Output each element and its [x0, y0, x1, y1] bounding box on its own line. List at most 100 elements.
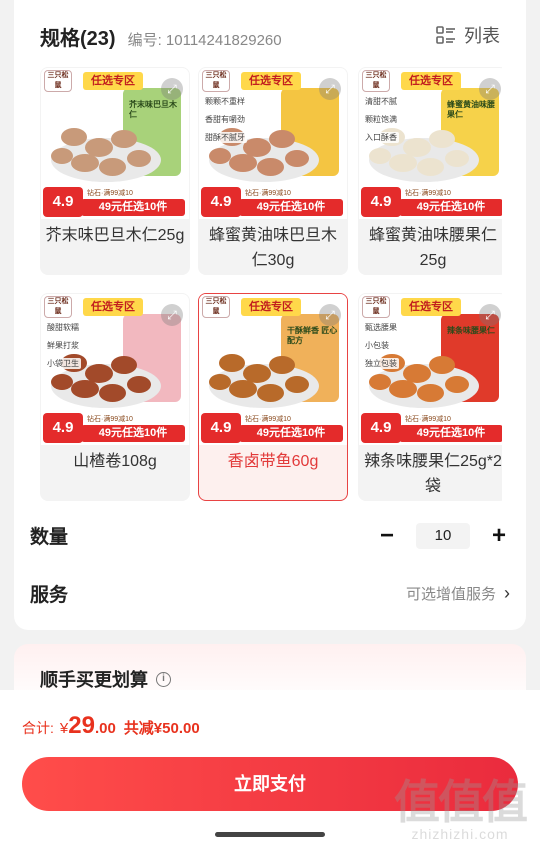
product-image: 芥末味巴旦木仁 三只松鼠 任选专区 ⤢ 钻石·满99减10 4.9 49元任选1… — [41, 68, 189, 219]
quantity-stepper: − 10 + — [376, 522, 510, 549]
product-image: 酸甜软糯鲜果打浆小袋卫生 三只松鼠 任选专区 ⤢ 钻石·满99减10 4.9 4… — [41, 294, 189, 445]
product-name: 芥末味巴旦木仁25g — [45, 227, 185, 244]
watermark-glyphs: 值值值 — [394, 776, 528, 828]
promo-bar: 钻石·满99减10 4.9 49元任选10件 — [199, 185, 347, 219]
promo-text: 49元任选10件 — [239, 425, 343, 442]
list-toggle-label: 列表 — [464, 26, 500, 46]
brand-logo: 三只松鼠 — [362, 296, 390, 318]
zone-badge: 任选专区 — [401, 72, 461, 90]
package-label: 蜂蜜黄油味腰果仁 — [447, 100, 495, 119]
product-image: 蜂蜜黄油味腰果仁 清甜不腻颗粒饱满入口酥香 三只松鼠 任选专区 ⤢ 钻石·满99… — [359, 68, 502, 219]
feature-label: 清甜不腻 — [363, 96, 399, 107]
feature-label: 鲜果打浆 — [45, 340, 81, 351]
promo-text: 49元任选10件 — [81, 199, 185, 216]
zone-badge: 任选专区 — [401, 298, 461, 316]
price-tag: 4.9 — [201, 413, 241, 443]
product-option[interactable]: 蜂蜜黄油味腰果仁 清甜不腻颗粒饱满入口酥香 三只松鼠 任选专区 ⤢ 钻石·满99… — [358, 67, 502, 275]
zone-badge: 任选专区 — [241, 72, 301, 90]
product-name: 蜂蜜黄油味腰果仁25g — [368, 227, 497, 269]
feature-label: 小包装 — [363, 340, 391, 351]
expand-icon[interactable]: ⤢ — [161, 304, 183, 326]
checkout-bar: 合计: ¥ 29 .00 共减¥50.00 立即支付 值值值 zhizhizhi… — [0, 690, 540, 852]
expand-icon[interactable]: ⤢ — [319, 304, 341, 326]
feature-label: 颗颗不重样 — [203, 96, 247, 107]
zone-badge: 任选专区 — [83, 72, 143, 90]
price-tag: 4.9 — [201, 187, 241, 217]
product-option[interactable]: 干酥鲜香 匠心配方 三只松鼠 任选专区 ⤢ 钻石·满99减10 4.9 49元任… — [198, 293, 348, 501]
zone-badge: 任选专区 — [241, 298, 301, 316]
total-decimal: .00 — [94, 720, 116, 737]
brand-logo: 三只松鼠 — [362, 70, 390, 92]
bundle-title: 顺手买更划算 — [40, 670, 148, 690]
quantity-row: 数量 − 10 + — [30, 522, 510, 549]
total-integer: 29 — [68, 712, 95, 739]
promo-note: 钻石·满99减10 — [87, 416, 133, 423]
product-image: 辣条味腰果仁 甄选腰果小包装独立包装 三只松鼠 任选专区 ⤢ 钻石·满99减10… — [359, 294, 502, 445]
promo-text: 49元任选10件 — [239, 199, 343, 216]
package-label: 辣条味腰果仁 — [447, 326, 495, 335]
promo-bar: 钻石·满99减10 4.9 49元任选10件 — [41, 411, 189, 445]
feature-label: 颗粒饱满 — [363, 114, 399, 125]
product-option[interactable]: 酸甜软糯鲜果打浆小袋卫生 三只松鼠 任选专区 ⤢ 钻石·满99减10 4.9 4… — [40, 293, 190, 501]
package-label: 芥末味巴旦木仁 — [129, 100, 177, 119]
service-selector[interactable]: 可选增值服务 › — [406, 583, 510, 604]
product-option[interactable]: 颗颗不重样香甜有嚼劲甜酥不腻牙 三只松鼠 任选专区 ⤢ 钻石·满99减10 4.… — [198, 67, 348, 275]
saving-amount: 共减¥50.00 — [123, 720, 200, 737]
feature-label: 独立包装 — [363, 358, 399, 369]
product-option[interactable]: 芥末味巴旦木仁 三只松鼠 任选专区 ⤢ 钻石·满99减10 4.9 49元任选1… — [40, 67, 190, 275]
feature-label: 香甜有嚼劲 — [203, 114, 247, 125]
feature-label: 小袋卫生 — [45, 358, 81, 369]
home-indicator — [215, 832, 325, 837]
service-row[interactable]: 服务 可选增值服务 › — [30, 580, 510, 607]
promo-text: 49元任选10件 — [399, 199, 502, 216]
promo-bar: 钻石·满99减10 4.9 49元任选10件 — [359, 411, 502, 445]
decrease-button[interactable]: − — [376, 523, 398, 547]
expand-icon[interactable]: ⤢ — [479, 78, 501, 100]
expand-icon[interactable]: ⤢ — [479, 304, 501, 326]
brand-logo: 三只松鼠 — [202, 296, 230, 318]
currency-symbol: ¥ — [59, 720, 69, 737]
brand-logo: 三只松鼠 — [44, 296, 72, 318]
zone-badge: 任选专区 — [83, 298, 143, 316]
total-label: 合计: — [22, 720, 54, 736]
brand-logo: 三只松鼠 — [202, 70, 230, 92]
feature-label: 入口酥香 — [363, 132, 399, 143]
price-tag: 4.9 — [361, 187, 401, 217]
product-option[interactable]: 辣条味腰果仁 甄选腰果小包装独立包装 三只松鼠 任选专区 ⤢ 钻石·满99减10… — [358, 293, 502, 501]
product-name: 蜂蜜黄油味巴旦木仁30g — [208, 227, 337, 269]
price-tag: 4.9 — [43, 187, 83, 217]
product-image: 颗颗不重样香甜有嚼劲甜酥不腻牙 三只松鼠 任选专区 ⤢ 钻石·满99减10 4.… — [199, 68, 347, 219]
quantity-label: 数量 — [30, 527, 69, 548]
increase-button[interactable]: + — [488, 523, 510, 547]
watermark: 值值值 zhizhizhi.com — [394, 776, 528, 842]
expand-icon[interactable]: ⤢ — [319, 78, 341, 100]
spec-header: 规格(23) 编号: 10114241829260 — [40, 22, 282, 51]
product-code: 编号: 10114241829260 — [127, 32, 282, 49]
product-name: 辣条味腰果仁25g*2袋 — [364, 453, 502, 495]
promo-note: 钻石·满99减10 — [245, 416, 291, 423]
watermark-url: zhizhizhi.com — [411, 826, 509, 842]
product-image: 干酥鲜香 匠心配方 三只松鼠 任选专区 ⤢ 钻石·满99减10 4.9 49元任… — [199, 294, 347, 445]
service-value: 可选增值服务 — [405, 586, 496, 603]
brand-logo: 三只松鼠 — [44, 70, 72, 92]
feature-label: 甄选腰果 — [363, 322, 399, 333]
feature-label: 酸甜软糯 — [45, 322, 81, 333]
info-icon[interactable]: i — [156, 671, 171, 687]
quantity-input[interactable]: 10 — [416, 522, 470, 549]
service-label: 服务 — [30, 585, 69, 606]
promo-note: 钻石·满99减10 — [87, 190, 133, 197]
feature-label: 甜酥不腻牙 — [203, 132, 247, 143]
promo-text: 49元任选10件 — [399, 425, 502, 442]
promo-note: 钻石·满99减10 — [405, 416, 451, 423]
chevron-right-icon: › — [504, 583, 510, 603]
total-price: 合计: ¥ 29 .00 共减¥50.00 — [22, 712, 200, 740]
price-tag: 4.9 — [361, 413, 401, 443]
expand-icon[interactable]: ⤢ — [161, 78, 183, 100]
list-view-toggle[interactable]: 列表 — [436, 22, 500, 48]
promo-note: 钻石·满99减10 — [245, 190, 291, 197]
product-name: 香卤带鱼60g — [227, 453, 319, 470]
list-icon — [436, 26, 455, 44]
promo-note: 钻石·满99减10 — [405, 190, 451, 197]
promo-bar: 钻石·满99减10 4.9 49元任选10件 — [359, 185, 502, 219]
product-name: 山楂卷108g — [73, 453, 157, 470]
